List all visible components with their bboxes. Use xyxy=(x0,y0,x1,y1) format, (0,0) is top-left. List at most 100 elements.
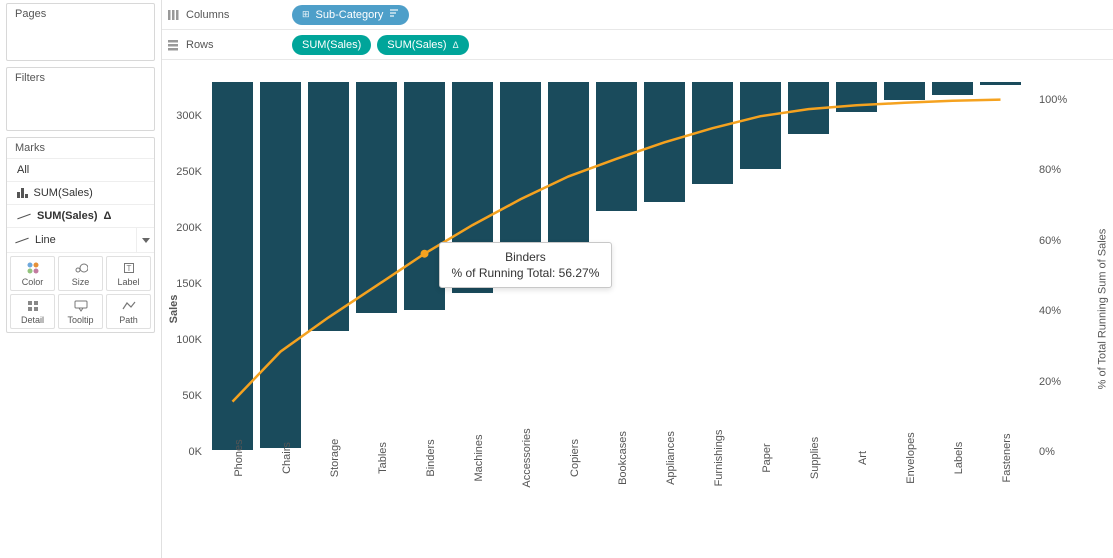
bar-slot[interactable]: Paper xyxy=(740,82,781,452)
bar-slot[interactable]: Storage xyxy=(308,82,349,452)
y2-tick: 20% xyxy=(1039,376,1061,388)
marks-all[interactable]: All xyxy=(7,158,154,181)
detail-label: Detail xyxy=(21,315,44,325)
tooltip-icon xyxy=(74,299,88,313)
bar[interactable] xyxy=(884,82,925,100)
path-label: Path xyxy=(119,315,138,325)
y2-tick: 40% xyxy=(1039,305,1061,317)
left-panels: Pages Filters Marks All SUM(Sales) SUM(S… xyxy=(0,0,162,558)
y-tick: 100K xyxy=(176,334,202,346)
y2-axis-label: % of Total Running Sum of Sales xyxy=(1097,229,1109,390)
path-card[interactable]: Path xyxy=(106,294,151,329)
filters-title: Filters xyxy=(7,68,154,88)
bar-slot[interactable]: Furnishings xyxy=(692,82,733,452)
tooltip-label: Tooltip xyxy=(67,315,93,325)
y2-tick: 100% xyxy=(1039,94,1067,106)
category-label: Envelopes xyxy=(905,432,917,483)
label-card[interactable]: T Label xyxy=(106,256,151,291)
category-label: Furnishings xyxy=(713,430,725,487)
bar-slot[interactable]: Art xyxy=(836,82,877,452)
bar[interactable] xyxy=(644,82,685,202)
line-chart-icon xyxy=(17,213,30,219)
category-label: Supplies xyxy=(809,437,821,479)
bar-slot[interactable]: Supplies xyxy=(788,82,829,452)
tooltip-card[interactable]: Tooltip xyxy=(58,294,103,329)
bar-slot[interactable]: Appliances xyxy=(644,82,685,452)
bar[interactable] xyxy=(980,82,1021,85)
bar-chart-icon xyxy=(17,188,28,198)
category-label: Phones xyxy=(233,439,245,476)
bar[interactable] xyxy=(740,82,781,169)
bar-series: PhonesChairsStorageTablesBindersMachines… xyxy=(210,82,1023,452)
bar[interactable] xyxy=(596,82,637,211)
marks-title: Marks xyxy=(7,138,154,158)
rows-label: Rows xyxy=(186,39,214,51)
sum-sales-pill-1[interactable]: SUM(Sales) xyxy=(292,35,371,55)
marks-sum-sales-line[interactable]: SUM(Sales) Δ xyxy=(7,204,154,227)
category-label: Accessories xyxy=(521,428,533,487)
color-label: Color xyxy=(22,277,44,287)
size-card[interactable]: Size xyxy=(58,256,103,291)
marks-card-grid: Color Size T Label Detail xyxy=(7,252,154,332)
plot[interactable]: 0K50K100K150K200K250K300K 0%20%40%60%80%… xyxy=(210,82,1023,452)
sum-sales-pill-2[interactable]: SUM(Sales) Δ xyxy=(377,35,468,55)
bar-slot[interactable]: Fasteners xyxy=(980,82,1021,452)
category-label: Paper xyxy=(761,443,773,472)
category-label: Bookcases xyxy=(617,431,629,485)
bar-slot[interactable]: Envelopes xyxy=(884,82,925,452)
bar[interactable] xyxy=(308,82,349,331)
label-icon: T xyxy=(123,261,135,275)
category-label: Storage xyxy=(329,439,341,478)
color-card[interactable]: Color xyxy=(10,256,55,291)
rows-shelf[interactable]: Rows SUM(Sales) SUM(Sales) Δ xyxy=(162,30,1113,60)
filters-shelf[interactable]: Filters xyxy=(6,67,155,131)
bar[interactable] xyxy=(932,82,973,95)
bar[interactable] xyxy=(356,82,397,313)
plus-icon: ⊞ xyxy=(302,9,310,20)
columns-icon xyxy=(166,8,180,22)
bar-slot[interactable]: Chairs xyxy=(260,82,301,452)
y2-tick: 0% xyxy=(1039,446,1055,458)
category-label: Tables xyxy=(377,442,389,474)
rows-icon xyxy=(166,38,180,52)
bar[interactable] xyxy=(788,82,829,134)
chart-area: Sales % of Total Running Sum of Sales 0K… xyxy=(162,60,1113,558)
y-axis-ticks: 0K50K100K150K200K250K300K xyxy=(162,82,206,452)
pages-shelf[interactable]: Pages xyxy=(6,3,155,61)
color-icon xyxy=(27,261,39,275)
path-icon xyxy=(122,299,136,313)
bar[interactable] xyxy=(260,82,301,448)
pill-label: SUM(Sales) xyxy=(387,39,446,51)
marks-sum-sales-bar[interactable]: SUM(Sales) xyxy=(7,181,154,204)
sort-desc-icon xyxy=(389,9,399,21)
category-label: Appliances xyxy=(665,431,677,485)
mark-type-dropdown[interactable] xyxy=(136,228,154,252)
tooltip-value: % of Running Total: 56.27% xyxy=(452,266,600,280)
y-tick: 50K xyxy=(182,390,202,402)
category-label: Labels xyxy=(953,442,965,474)
columns-shelf[interactable]: Columns ⊞ Sub-Category xyxy=(162,0,1113,30)
label-label: Label xyxy=(117,277,139,287)
category-label: Art xyxy=(857,451,869,465)
bar[interactable] xyxy=(548,82,589,249)
bar[interactable] xyxy=(836,82,877,112)
y-tick: 300K xyxy=(176,110,202,122)
pill-label: SUM(Sales) xyxy=(302,39,361,51)
category-label: Fasteners xyxy=(1001,434,1013,483)
y-tick: 250K xyxy=(176,166,202,178)
bar[interactable] xyxy=(692,82,733,184)
bar[interactable] xyxy=(212,82,253,450)
line-chart-icon xyxy=(15,237,28,243)
size-label: Size xyxy=(72,277,90,287)
tooltip-title: Binders xyxy=(452,250,600,264)
mark-type-selector[interactable]: Line xyxy=(7,227,154,252)
tooltip: Binders % of Running Total: 56.27% xyxy=(439,242,613,288)
pill-label: Sub-Category xyxy=(316,9,384,21)
subcategory-pill[interactable]: ⊞ Sub-Category xyxy=(292,5,409,25)
detail-card[interactable]: Detail xyxy=(10,294,55,329)
bar-slot[interactable]: Tables xyxy=(356,82,397,452)
bar-slot[interactable]: Phones xyxy=(212,82,253,452)
chevron-down-icon xyxy=(142,238,150,243)
bar-slot[interactable]: Labels xyxy=(932,82,973,452)
y2-tick: 60% xyxy=(1039,235,1061,247)
